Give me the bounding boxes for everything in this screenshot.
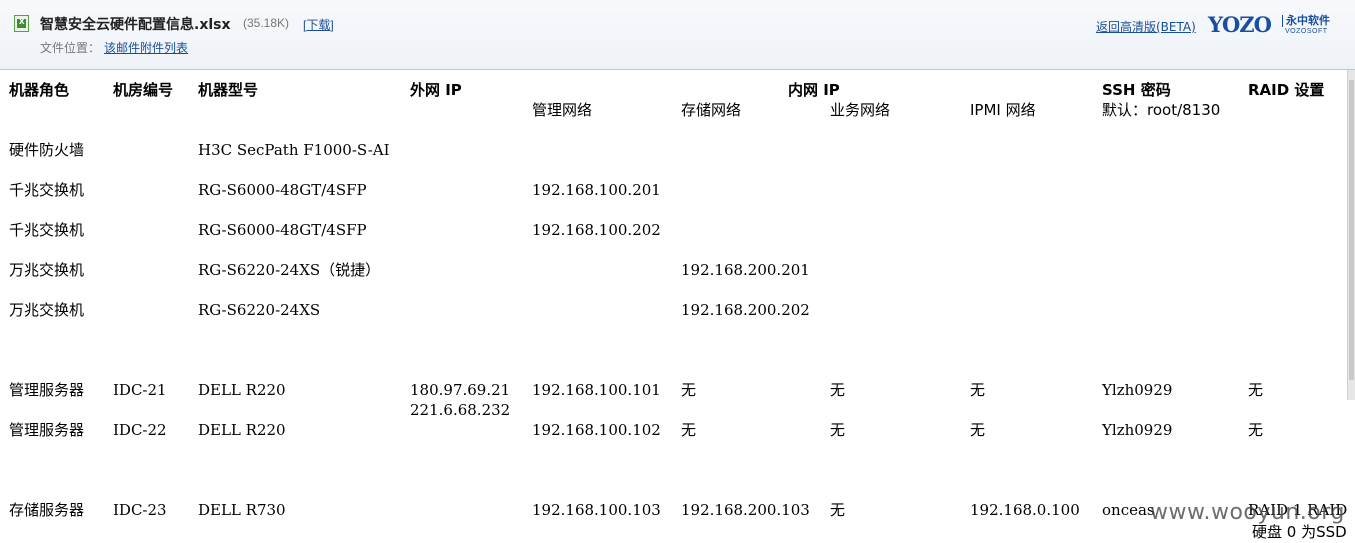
- cell-room: IDC-23: [113, 501, 167, 519]
- file-location-label: 文件位置：: [40, 41, 101, 55]
- subheader-ipmi: IPMI 网络: [970, 101, 1036, 119]
- cell-model: RG-S6220-24XS: [198, 301, 321, 319]
- cell-raid-note: 硬盘 0 为SSD: [1252, 523, 1347, 541]
- cell-ssh: Ylzh0929: [1102, 421, 1173, 439]
- cell-storage-ip: 无: [681, 421, 697, 439]
- yozo-en-logo: VOZOSOFT: [1285, 28, 1328, 35]
- cell-role: 万兆交换机: [9, 301, 85, 319]
- cell-mgmt-ip: 192.168.100.101: [532, 381, 661, 399]
- vertical-scrollbar[interactable]: [1347, 70, 1355, 400]
- cell-business-ip: 无: [830, 421, 846, 439]
- cell-raid: 无: [1248, 381, 1264, 399]
- yozo-cn-logo: 永中软件: [1282, 15, 1330, 27]
- subheader-ssh-default: 默认：root/8130: [1102, 101, 1221, 119]
- cell-role: 管理服务器: [9, 381, 85, 399]
- download-label[interactable]: 下载: [306, 18, 330, 32]
- header-role: 机器角色: [9, 81, 70, 99]
- cell-ssh: onceas: [1102, 501, 1155, 519]
- cell-business-ip: 无: [830, 501, 846, 519]
- cell-ipmi-ip: 192.168.0.100: [970, 501, 1080, 519]
- cell-model: RG-S6220-24XS（锐捷）: [198, 261, 381, 279]
- cell-room: IDC-21: [113, 381, 167, 399]
- cell-role: 千兆交换机: [9, 181, 85, 199]
- cell-model: RG-S6000-48GT/4SFP: [198, 181, 367, 199]
- header-ssh: SSH 密码: [1102, 81, 1171, 99]
- attachment-header: 智慧安全云硬件配置信息.xlsx (35.18K) [下载] 文件位置： 该邮件…: [0, 0, 1355, 70]
- hd-version-link[interactable]: 返回高清版(BETA): [1096, 18, 1196, 35]
- subheader-mgmt: 管理网络: [532, 101, 593, 119]
- scrollbar-thumb[interactable]: [1349, 80, 1354, 380]
- attachment-filesize: (35.18K): [243, 16, 290, 30]
- cell-mgmt-ip: 192.168.100.103: [532, 501, 661, 519]
- attachment-filename: 智慧安全云硬件配置信息.xlsx: [40, 17, 231, 33]
- cell-room: IDC-22: [113, 421, 167, 439]
- cell-storage-ip: 192.168.200.201: [681, 261, 810, 279]
- cell-storage-ip: 192.168.200.202: [681, 301, 810, 319]
- header-raid: RAID 设置: [1248, 81, 1325, 99]
- cell-mgmt-ip: 192.168.100.102: [532, 421, 661, 439]
- cell-model: DELL R730: [198, 501, 286, 519]
- yozo-logo: YOZO: [1208, 12, 1272, 37]
- header-lan-ip: 内网 IP: [788, 81, 840, 99]
- cell-ssh: Ylzh0929: [1102, 381, 1173, 399]
- excel-file-icon: [14, 15, 29, 32]
- cell-mgmt-ip: 192.168.100.202: [532, 221, 661, 239]
- cell-role: 万兆交换机: [9, 261, 85, 279]
- cell-ipmi-ip: 无: [970, 381, 986, 399]
- cell-storage-ip: 192.168.200.103: [681, 501, 810, 519]
- cell-model: DELL R220: [198, 421, 286, 439]
- subheader-business: 业务网络: [830, 101, 891, 119]
- watermark: www.wooyun.org: [1150, 500, 1345, 525]
- cell-role: 管理服务器: [9, 421, 85, 439]
- cell-ipmi-ip: 无: [970, 421, 986, 439]
- cell-mgmt-ip: 192.168.100.201: [532, 181, 661, 199]
- header-model: 机器型号: [198, 81, 259, 99]
- cell-role: 硬件防火墙: [9, 141, 85, 159]
- download-link[interactable]: [下载]: [303, 16, 334, 33]
- cell-model: DELL R220: [198, 381, 286, 399]
- cell-business-ip: 无: [830, 381, 846, 399]
- attachment-list-link[interactable]: 该邮件附件列表: [104, 39, 188, 56]
- subheader-storage: 存储网络: [681, 101, 742, 119]
- cell-role: 存储服务器: [9, 501, 85, 519]
- cell-wan-ip: 180.97.69.21: [410, 381, 511, 399]
- cell-storage-ip: 无: [681, 381, 697, 399]
- header-room: 机房编号: [113, 81, 174, 99]
- cell-raid: 无: [1248, 421, 1264, 439]
- cell-model: H3C SecPath F1000-S-AI: [198, 141, 390, 159]
- cell-role: 千兆交换机: [9, 221, 85, 239]
- cell-model: RG-S6000-48GT/4SFP: [198, 221, 367, 239]
- header-wan-ip: 外网 IP: [410, 81, 462, 99]
- cell-wan-ip-2: 221.6.68.232: [410, 401, 511, 419]
